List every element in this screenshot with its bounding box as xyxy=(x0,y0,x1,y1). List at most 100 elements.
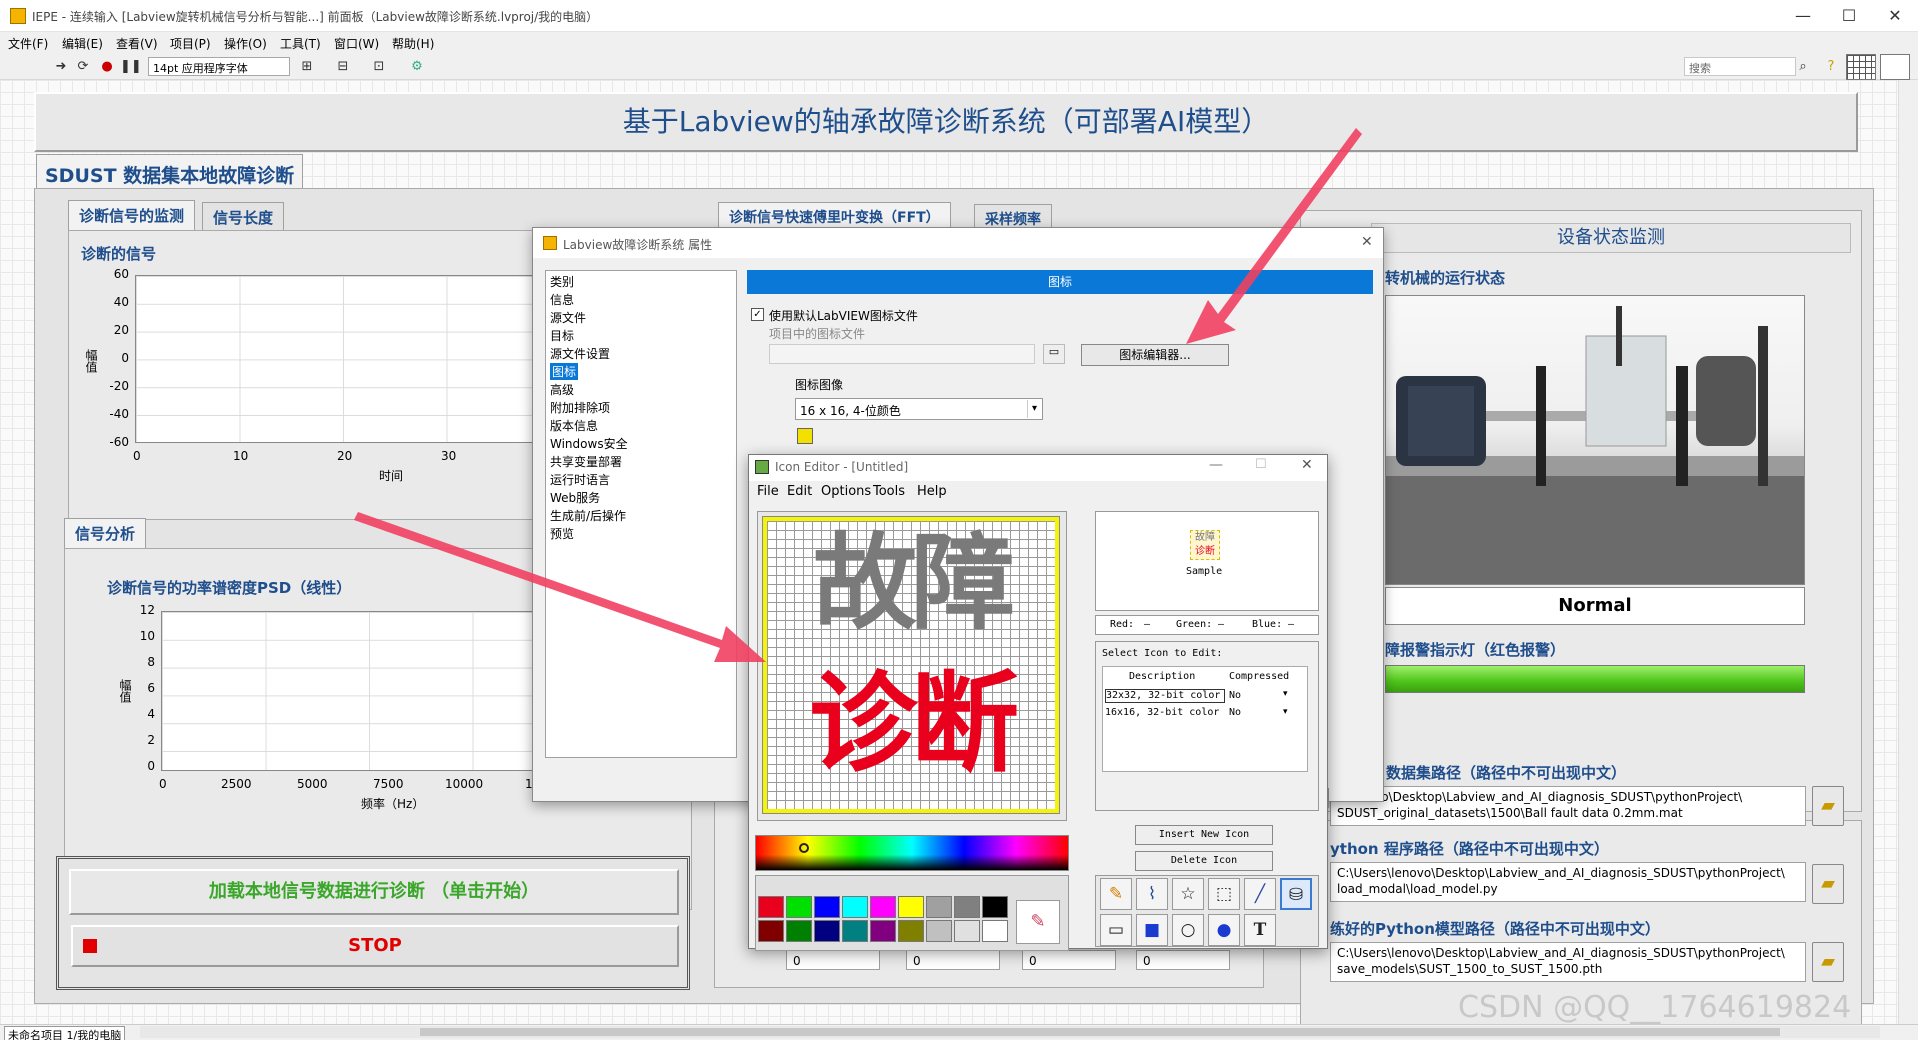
pencil-icon[interactable]: ✎ xyxy=(1100,878,1132,910)
use-default-checkbox[interactable]: ✓ xyxy=(751,308,764,321)
insert-new-icon-button[interactable]: Insert New Icon xyxy=(1135,825,1273,845)
tab-signal-monitoring[interactable]: 诊断信号的监测 xyxy=(68,200,196,230)
palette-swatch[interactable] xyxy=(954,896,980,918)
connector-pane-icon[interactable] xyxy=(1846,54,1876,80)
vertical-scrollbar[interactable] xyxy=(1898,80,1918,1024)
category-item[interactable]: 预览 xyxy=(550,525,574,542)
project-icon-file-input[interactable] xyxy=(769,344,1035,364)
menu-help[interactable]: Help xyxy=(917,484,947,499)
palette-swatch[interactable] xyxy=(786,896,812,918)
line-icon[interactable]: ╱ xyxy=(1244,878,1276,910)
filled-ellipse-icon[interactable]: ● xyxy=(1208,914,1240,946)
menu-project[interactable]: 项目(P) xyxy=(170,35,211,52)
icon-image-select[interactable]: 16 x 16, 4-位颜色 xyxy=(795,398,1043,420)
menu-view[interactable]: 查看(V) xyxy=(116,35,158,52)
align-icon[interactable]: ⊞ xyxy=(298,58,316,76)
filled-rect-icon[interactable]: ■ xyxy=(1136,914,1168,946)
tab-signal-length[interactable]: 信号长度 xyxy=(202,202,285,232)
icon-list[interactable]: Description Compressed 32x32, 32-bit col… xyxy=(1102,666,1308,772)
palette-swatch[interactable] xyxy=(982,920,1008,942)
browse-folder-icon[interactable]: ▭ xyxy=(1043,344,1065,364)
category-item[interactable]: 附加排除项 xyxy=(550,399,610,416)
delete-icon-button[interactable]: Delete Icon xyxy=(1135,851,1273,871)
menu-tools[interactable]: Tools xyxy=(873,484,905,499)
ellipse-icon[interactable]: ○ xyxy=(1172,914,1204,946)
tab-signal-analysis[interactable]: 信号分析 xyxy=(64,518,147,548)
rect-icon[interactable]: ▭ xyxy=(1100,914,1132,946)
palette-swatch[interactable] xyxy=(814,896,840,918)
minimize-button[interactable]: — xyxy=(1780,0,1826,32)
palette-swatch[interactable] xyxy=(870,920,896,942)
stop-button[interactable]: STOP xyxy=(71,925,679,967)
category-item[interactable]: Windows安全 xyxy=(550,435,628,452)
palette-swatch[interactable] xyxy=(786,920,812,942)
icon-editor-button[interactable]: 图标编辑器... xyxy=(1081,344,1229,366)
star-icon[interactable]: ☆ xyxy=(1172,878,1204,910)
menu-edit[interactable]: Edit xyxy=(787,484,812,499)
palette-swatch[interactable] xyxy=(898,920,924,942)
menu-tools[interactable]: 工具(T) xyxy=(280,35,321,52)
minimize-button[interactable]: — xyxy=(1209,457,1223,473)
palette-swatch[interactable] xyxy=(870,896,896,918)
icon-row-compressed[interactable]: No xyxy=(1229,690,1241,701)
fill-icon[interactable]: ⛁ xyxy=(1280,878,1312,910)
search-input[interactable]: 搜索 xyxy=(1684,57,1796,76)
browse-folder-icon[interactable]: ▰ xyxy=(1812,864,1844,904)
icon-row-description[interactable]: 16x16, 32-bit color xyxy=(1105,707,1219,718)
category-item[interactable]: 目标 xyxy=(550,327,574,344)
select-icon[interactable]: ⬚ xyxy=(1208,878,1240,910)
menu-file[interactable]: 文件(F) xyxy=(8,35,48,52)
category-item[interactable]: 生成前/后操作 xyxy=(550,507,626,524)
abort-icon[interactable]: ● xyxy=(98,58,116,76)
palette-swatch[interactable] xyxy=(926,896,952,918)
palette-swatch[interactable] xyxy=(898,896,924,918)
help-icon[interactable]: ? xyxy=(1822,58,1840,76)
category-item[interactable]: 信息 xyxy=(550,291,574,308)
scroll-thumb[interactable] xyxy=(420,1028,1780,1036)
spectrum-marker-icon[interactable] xyxy=(799,843,809,853)
menu-file[interactable]: File xyxy=(757,484,779,499)
menu-edit[interactable]: 编辑(E) xyxy=(62,35,103,52)
distribute-icon[interactable]: ⊟ xyxy=(334,58,352,76)
resize-icon[interactable]: ⊡ xyxy=(370,58,388,76)
dataset-path-field[interactable]: ...lenovo\Desktop\Labview_and_AI_diagnos… xyxy=(1330,786,1806,826)
menu-operate[interactable]: 操作(O) xyxy=(224,35,267,52)
color-spectrum[interactable] xyxy=(755,835,1069,871)
run-arrow-icon[interactable]: ➜ xyxy=(52,58,70,76)
browse-folder-icon[interactable]: ▰ xyxy=(1812,942,1844,982)
palette-swatch[interactable] xyxy=(842,896,868,918)
pixel-canvas[interactable]: 故障 诊断 xyxy=(762,516,1060,814)
palette-swatch[interactable] xyxy=(982,896,1008,918)
category-item[interactable]: 源文件 xyxy=(550,309,586,326)
category-item[interactable]: 共享变量部署 xyxy=(550,453,622,470)
maximize-button[interactable]: ☐ xyxy=(1255,457,1267,472)
chevron-down-icon[interactable]: ▾ xyxy=(1283,689,1288,699)
palette-swatch[interactable] xyxy=(926,920,952,942)
category-item[interactable]: 版本信息 xyxy=(550,417,598,434)
dropper-icon[interactable]: ⌇ xyxy=(1136,878,1168,910)
palette-swatch[interactable] xyxy=(758,896,784,918)
palette-swatch[interactable] xyxy=(842,920,868,942)
horizontal-scrollbar[interactable] xyxy=(140,1026,1880,1038)
close-button[interactable]: ✕ xyxy=(1872,0,1918,32)
browse-folder-icon[interactable]: ▰ xyxy=(1812,786,1844,826)
chevron-down-icon[interactable]: ▾ xyxy=(1027,400,1041,418)
vi-icon[interactable] xyxy=(1880,54,1910,80)
palette-swatch[interactable] xyxy=(954,920,980,942)
eraser-icon[interactable]: ✎ xyxy=(1016,900,1060,944)
load-data-button[interactable]: 加载本地信号数据进行诊断 （单击开始） xyxy=(69,869,679,915)
icon-row-description[interactable]: 32x32, 32-bit color xyxy=(1105,689,1225,703)
pause-icon[interactable]: ❚❚ xyxy=(120,58,142,76)
palette-swatch[interactable] xyxy=(814,920,840,942)
chevron-down-icon[interactable]: ▾ xyxy=(1283,707,1288,717)
category-item[interactable]: 运行时语言 xyxy=(550,471,610,488)
close-icon[interactable]: ✕ xyxy=(1361,234,1373,250)
menu-window[interactable]: 窗口(W) xyxy=(334,35,379,52)
menu-help[interactable]: 帮助(H) xyxy=(392,35,434,52)
font-select[interactable]: 14pt 应用程序字体 xyxy=(148,57,290,76)
category-item[interactable]: Web服务 xyxy=(550,489,600,506)
search-icon[interactable]: ⌕ xyxy=(1794,58,1812,76)
program-path-field[interactable]: C:\Users\lenovo\Desktop\Labview_and_AI_d… xyxy=(1330,862,1806,902)
palette-swatch[interactable] xyxy=(758,920,784,942)
category-item-selected[interactable]: 图标 xyxy=(550,363,579,380)
